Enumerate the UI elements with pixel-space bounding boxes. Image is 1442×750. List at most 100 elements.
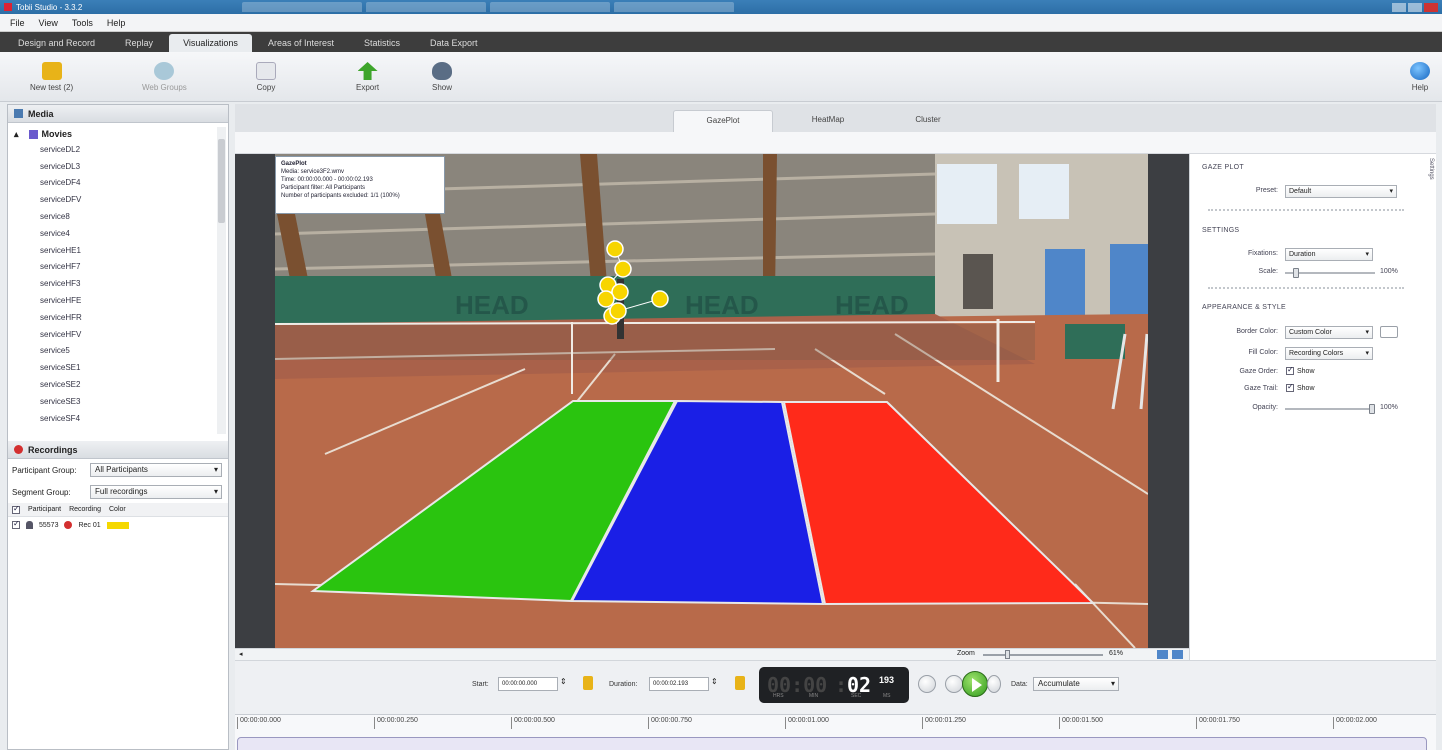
- timeline-tick: 00:00:02.000: [1333, 717, 1377, 729]
- list-item[interactable]: serviceDL2: [8, 141, 228, 158]
- fit-icon[interactable]: [1157, 650, 1168, 659]
- list-item[interactable]: serviceDL3: [8, 158, 228, 175]
- opacity-slider[interactable]: [1285, 404, 1375, 414]
- recording-cell: Rec 01: [78, 521, 101, 529]
- timeline-tick: 00:00:01.000: [785, 717, 829, 729]
- taskbar-tab[interactable]: [242, 2, 363, 12]
- list-item[interactable]: serviceSE2: [8, 376, 228, 393]
- preset-select[interactable]: Default: [1285, 185, 1397, 198]
- tab-gazeplot[interactable]: GazePlot: [673, 110, 773, 132]
- step-back-button[interactable]: [945, 675, 963, 693]
- media-root-movies[interactable]: ▴ Movies: [8, 127, 228, 141]
- lock-icon[interactable]: [735, 676, 745, 690]
- window-title: Tobii Studio - 3.3.2: [16, 2, 83, 12]
- menu-file[interactable]: File: [10, 18, 25, 28]
- scroll-thumb[interactable]: [218, 139, 225, 223]
- menu-help[interactable]: Help: [107, 18, 126, 28]
- row-checkbox[interactable]: [12, 519, 20, 529]
- column-color[interactable]: Color: [109, 506, 126, 513]
- start-spin-icon[interactable]: ⇕: [560, 677, 567, 686]
- gaze-order-checkbox[interactable]: [1286, 365, 1294, 375]
- list-item[interactable]: serviceHF3: [8, 275, 228, 292]
- list-item[interactable]: serviceDFV: [8, 191, 228, 208]
- list-item[interactable]: serviceSE1: [8, 359, 228, 376]
- tennis-court-scene[interactable]: HEAD HEAD HEAD: [275, 154, 1148, 648]
- scroll-left-arrow[interactable]: ◂: [239, 650, 243, 658]
- duration-input[interactable]: 00:00:02.193: [649, 677, 709, 691]
- select-all-checkbox[interactable]: [12, 504, 20, 514]
- minimize-button[interactable]: [1392, 2, 1406, 12]
- participant-group-select[interactable]: All Participants: [90, 463, 222, 477]
- fullscreen-icon[interactable]: [1172, 650, 1183, 659]
- tab-visualizations[interactable]: Visualizations: [169, 34, 252, 52]
- export-button[interactable]: Export: [356, 62, 379, 92]
- tab-cluster[interactable]: Cluster: [878, 110, 978, 132]
- list-item[interactable]: serviceHE1: [8, 242, 228, 259]
- lock-icon[interactable]: [583, 676, 593, 690]
- menu-tools[interactable]: Tools: [72, 18, 93, 28]
- list-item[interactable]: serviceHF7: [8, 259, 228, 276]
- window-controls: [1392, 2, 1442, 12]
- bench: [1065, 324, 1125, 359]
- settings-side-tab[interactable]: Settings: [1424, 158, 1434, 204]
- help-button[interactable]: Help: [1410, 62, 1430, 92]
- show-button[interactable]: Show: [432, 62, 452, 92]
- timeline-track[interactable]: [237, 737, 1427, 750]
- list-item[interactable]: serviceDF4: [8, 175, 228, 192]
- tab-areas-of-interest[interactable]: Areas of Interest: [254, 34, 348, 52]
- play-button[interactable]: [962, 671, 988, 697]
- stop-button[interactable]: [918, 675, 936, 693]
- tab-design-and-record[interactable]: Design and Record: [4, 34, 109, 52]
- copy-button[interactable]: Copy: [256, 62, 276, 92]
- column-participant[interactable]: Participant: [28, 506, 61, 513]
- list-item[interactable]: service4: [8, 225, 228, 242]
- start-time-input[interactable]: 00:00:00.000: [498, 677, 558, 691]
- maximize-button[interactable]: [1408, 2, 1422, 12]
- tab-replay[interactable]: Replay: [111, 34, 167, 52]
- scale-slider[interactable]: [1285, 268, 1375, 278]
- list-item[interactable]: service5: [8, 343, 228, 360]
- collapse-icon[interactable]: ▴: [14, 129, 19, 140]
- list-item[interactable]: service8: [8, 208, 228, 225]
- zoom-slider[interactable]: [983, 650, 1103, 659]
- taskbar-tab[interactable]: [490, 2, 611, 12]
- zoom-slider-knob[interactable]: [1005, 650, 1010, 659]
- table-row[interactable]: 55573 Rec 01: [8, 517, 228, 533]
- tab-data-export[interactable]: Data Export: [416, 34, 492, 52]
- list-item[interactable]: serviceHFV: [8, 326, 228, 343]
- tab-heatmap[interactable]: HeatMap: [778, 110, 878, 132]
- list-item[interactable]: serviceSE3: [8, 393, 228, 410]
- border-color-label: Border Color:: [1236, 328, 1278, 335]
- border-color-picker[interactable]: [1380, 326, 1398, 338]
- gaze-trail-checkbox[interactable]: [1286, 382, 1294, 392]
- taskbar-tab[interactable]: [366, 2, 487, 12]
- media-scrollbar[interactable]: [217, 127, 226, 434]
- new-test-button[interactable]: New test (2): [30, 62, 73, 92]
- appearance-heading: APPEARANCE & STYLE: [1202, 304, 1286, 311]
- duration-spin-icon[interactable]: ⇕: [711, 677, 718, 686]
- gaze-order-checkbox-row[interactable]: Show: [1286, 365, 1315, 375]
- fill-color-select[interactable]: Recording Colors: [1285, 347, 1373, 360]
- list-item[interactable]: serviceHFR: [8, 309, 228, 326]
- media-header-label: Media: [28, 108, 54, 119]
- color-swatch[interactable]: [106, 521, 129, 529]
- media-root-label: Movies: [41, 129, 73, 139]
- opacity-slider-knob[interactable]: [1369, 404, 1375, 414]
- close-button[interactable]: [1424, 2, 1438, 12]
- menu-view[interactable]: View: [39, 18, 58, 28]
- fixations-select[interactable]: Duration: [1285, 248, 1373, 261]
- border-color-select[interactable]: Custom Color: [1285, 326, 1373, 339]
- scale-slider-knob[interactable]: [1293, 268, 1300, 278]
- list-item[interactable]: serviceSF4: [8, 410, 228, 427]
- list-item[interactable]: serviceHFE: [8, 292, 228, 309]
- data-mode-select[interactable]: Accumulate: [1033, 677, 1119, 691]
- segment-group-select[interactable]: Full recordings: [90, 485, 222, 499]
- column-recording[interactable]: Recording: [69, 506, 101, 513]
- web-groups-button[interactable]: Web Groups: [142, 62, 187, 92]
- opacity-value: 100%: [1380, 404, 1398, 411]
- taskbar-tab[interactable]: [614, 2, 735, 12]
- gaze-trail-checkbox-row[interactable]: Show: [1286, 382, 1315, 392]
- tab-statistics[interactable]: Statistics: [350, 34, 414, 52]
- step-forward-button[interactable]: [987, 675, 1001, 693]
- divider: [1208, 209, 1404, 211]
